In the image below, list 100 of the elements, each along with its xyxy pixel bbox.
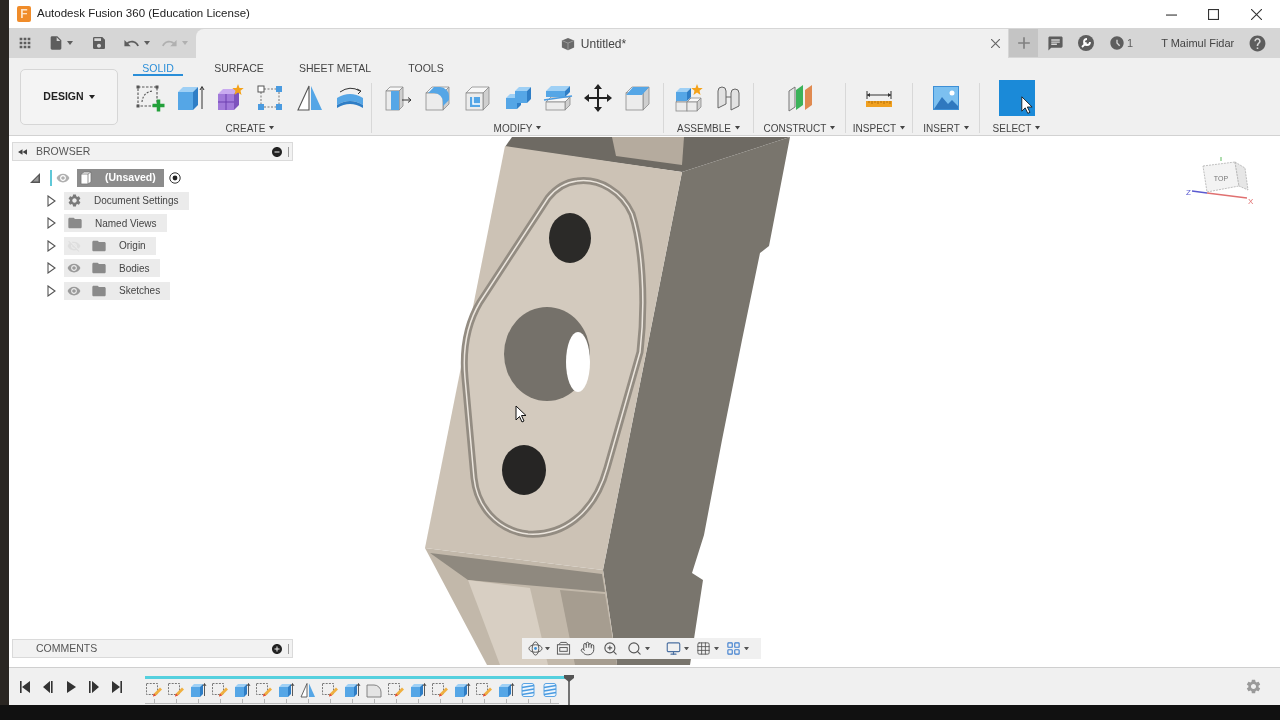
sketch-feature-icon[interactable] [211,682,229,698]
sketch-feature-icon[interactable] [387,682,405,698]
tree-item[interactable]: Named Views [64,214,167,232]
cube-icon [560,36,575,51]
monitor-icon[interactable] [666,641,681,656]
window-title: Autodesk Fusion 360 (Education License) [37,6,250,22]
expand-triangle-icon[interactable] [47,217,56,229]
collapse-triangle-icon[interactable] [30,173,40,183]
step-back-icon[interactable] [42,679,54,694]
layout-grid-icon[interactable] [726,641,741,656]
sketch-feature-icon[interactable] [167,682,185,698]
sketch-feature-icon[interactable] [321,682,339,698]
file-icon[interactable] [48,35,64,51]
split-body-icon[interactable] [542,83,573,113]
expand-triangle-icon[interactable] [47,284,56,297]
caret-down-icon [67,41,73,45]
move-arrows-icon[interactable] [582,83,613,113]
step-forward-icon[interactable] [88,679,100,694]
extrude-feature-icon[interactable] [497,682,515,698]
image-icon[interactable] [931,83,961,113]
shell-icon[interactable] [462,83,493,113]
document-tab[interactable]: Untitled* [196,29,1008,58]
caret-down-icon [144,41,150,45]
caret-down-icon [900,126,906,130]
job-status-icon[interactable] [1078,35,1094,51]
extrude-feature-icon[interactable] [453,682,471,698]
grid-icon[interactable] [696,641,711,656]
select-menu[interactable]: SELECT [992,121,1041,135]
mouse-pointer-icon [515,405,527,423]
collapse-panel-icon[interactable] [18,148,27,155]
timeline-marker[interactable] [564,675,574,705]
inspect-menu[interactable]: INSPECT [852,121,906,135]
caret-down-icon [684,646,689,651]
extrude-feature-icon[interactable] [233,682,251,698]
ribbon-tab[interactable]: SURFACE [209,61,269,76]
thread-feature-icon[interactable] [541,682,559,698]
orbit-icon[interactable] [528,641,543,656]
extrude-icon[interactable] [175,83,205,113]
zoom-window-icon[interactable] [627,641,642,656]
sketch-feature-icon[interactable] [145,682,163,698]
sketch-feature-icon[interactable] [475,682,493,698]
caret-down-icon [734,126,740,130]
skip-forward-icon[interactable] [111,679,123,694]
caret-down-icon [830,126,836,130]
close-icon[interactable] [1251,8,1262,20]
caret-down-icon [545,646,550,651]
mirror-feature-icon[interactable] [299,682,317,698]
caret-down-icon [645,646,650,651]
modify-menu[interactable]: MODIFY [493,121,542,135]
sketch-feature-icon[interactable] [431,682,449,698]
panel-title: BROWSER [36,143,91,159]
extrude-feature-icon[interactable] [343,682,361,698]
skip-back-icon[interactable] [19,679,31,694]
new-component-icon[interactable] [673,83,704,113]
caret-down-icon [88,95,95,99]
extrude-feature-icon[interactable] [189,682,207,698]
tree-item[interactable]: Origin [64,236,156,255]
caret-down-icon [963,126,969,130]
close-icon[interactable] [991,39,1000,48]
help-icon[interactable] [1248,33,1267,53]
save-icon[interactable] [91,35,107,51]
eye-icon[interactable] [67,261,81,275]
press-pull-icon[interactable] [382,83,413,113]
component-cube-icon [80,171,92,185]
expand-triangle-icon[interactable] [47,194,56,207]
create-menu[interactable]: CREATE [225,121,275,135]
caret-down-icon [714,646,719,651]
user-name[interactable]: T Maimul Fidar [1161,34,1235,52]
tree-item[interactable]: Bodies [64,259,160,277]
zoom-in-icon[interactable] [603,641,618,656]
construct-menu[interactable]: CONSTRUCT [763,121,836,135]
job-count: 1 [1127,35,1134,51]
clock-icon[interactable] [1109,35,1125,51]
screen-frame-icon[interactable] [556,641,571,656]
assemble-menu[interactable]: ASSEMBLE [677,121,740,135]
workspace-menu[interactable]: DESIGN [20,69,118,125]
play-icon[interactable] [65,679,77,694]
caret-down-icon [536,126,542,130]
tree-item[interactable]: Document Settings [64,191,189,210]
ribbon-tab[interactable]: TOOLS [401,61,451,76]
active-radio-icon[interactable] [168,172,181,184]
maximize-icon[interactable] [1208,8,1219,20]
ribbon-tab[interactable]: SHEET METAL [295,61,375,76]
apps-grid-icon[interactable] [17,35,33,51]
thread-feature-icon[interactable] [519,682,537,698]
insert-menu[interactable]: INSERT [923,121,969,135]
chat-icon[interactable] [1047,34,1064,52]
extrude-feature-icon[interactable] [409,682,427,698]
sketch-feature-icon[interactable] [255,682,273,698]
tree-item[interactable]: Sketches [64,281,171,300]
pattern-squares-icon[interactable] [255,83,285,113]
select-pointer-icon[interactable] [998,80,1035,116]
expand-triangle-icon[interactable] [47,239,56,252]
extrude-feature-icon[interactable] [277,682,295,698]
gear-icon[interactable] [1245,678,1262,695]
expand-triangle-icon[interactable] [47,262,56,274]
form-cube-icon[interactable] [215,83,245,113]
hand-icon[interactable] [580,641,595,656]
mirror-icon[interactable] [295,83,325,113]
sketch-plus-icon[interactable] [135,83,165,113]
